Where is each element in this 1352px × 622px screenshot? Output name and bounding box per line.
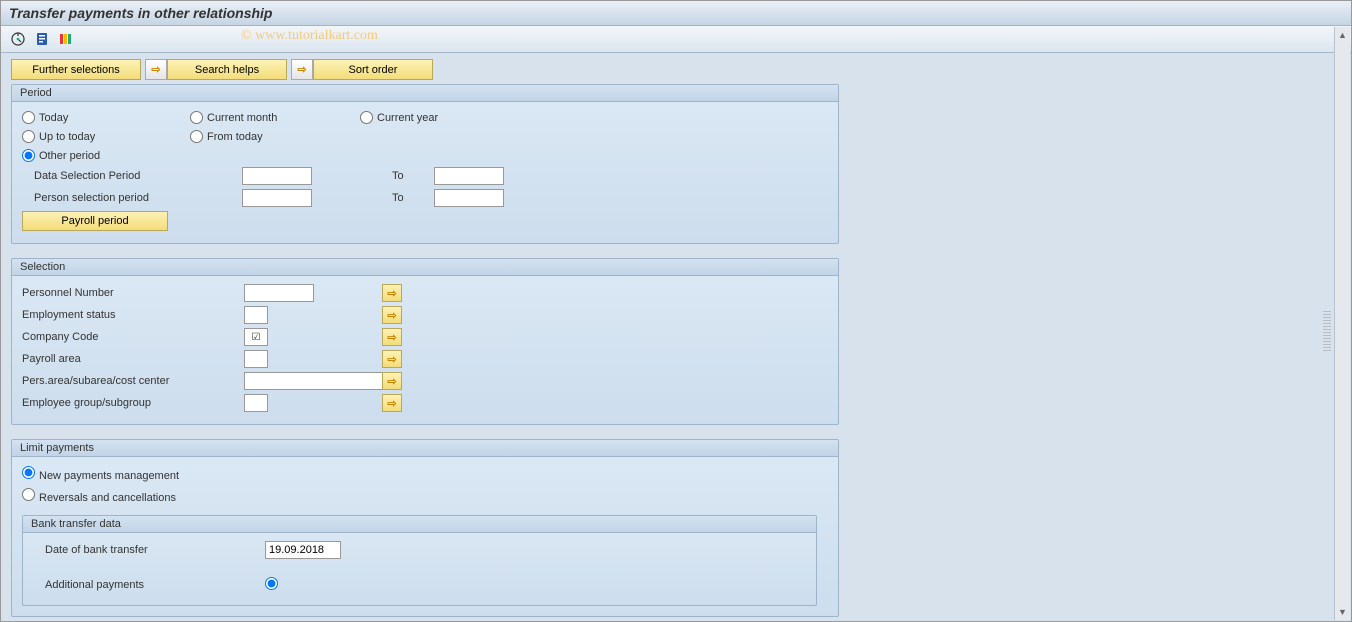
selection-group: Selection Personnel Number⇨Employment st… bbox=[11, 258, 839, 425]
radio-label: From today bbox=[207, 131, 263, 143]
to-label: To bbox=[392, 192, 434, 204]
person-selection-to-input[interactable] bbox=[434, 189, 504, 207]
new-payments-radio[interactable]: New payments management bbox=[22, 466, 179, 482]
bank-date-label: Date of bank transfer bbox=[33, 544, 265, 556]
additional-payments-label: Additional payments bbox=[33, 579, 265, 591]
radio-label: New payments management bbox=[39, 470, 179, 482]
resize-grip-icon[interactable] bbox=[1323, 311, 1331, 351]
selection-field-label: Payroll area bbox=[22, 353, 244, 365]
selection-field-label: Company Code bbox=[22, 331, 244, 343]
payroll-period-button[interactable]: Payroll period bbox=[22, 211, 168, 231]
multiple-selection-button[interactable]: ⇨ bbox=[382, 350, 402, 368]
data-selection-from-input[interactable] bbox=[242, 167, 312, 185]
main-content: Further selections ⇨ Search helps ⇨ Sort… bbox=[1, 53, 1351, 621]
selection-field-input[interactable] bbox=[244, 394, 268, 412]
radio-label: Current year bbox=[377, 112, 438, 124]
page-title: Transfer payments in other relationship bbox=[1, 1, 1351, 26]
selection-legend: Selection bbox=[12, 259, 838, 276]
period-up-to-today-radio[interactable]: Up to today bbox=[22, 130, 190, 143]
app-toolbar: © www.tutorialkart.com bbox=[1, 26, 1351, 53]
person-selection-period-label: Person selection period bbox=[22, 192, 242, 204]
person-selection-from-input[interactable] bbox=[242, 189, 312, 207]
multiple-selection-button[interactable]: ⇨ bbox=[382, 306, 402, 324]
selection-field-input[interactable] bbox=[244, 306, 268, 324]
period-current-month-radio[interactable]: Current month bbox=[190, 111, 360, 124]
selection-field-label: Pers.area/subarea/cost center bbox=[22, 375, 244, 387]
bank-transfer-group: Bank transfer data Date of bank transfer… bbox=[22, 515, 817, 606]
additional-payments-radio[interactable] bbox=[265, 577, 282, 593]
limit-legend: Limit payments bbox=[12, 440, 838, 457]
multiple-selection-button[interactable]: ⇨ bbox=[382, 284, 402, 302]
arrow-icon[interactable]: ⇨ bbox=[145, 59, 167, 80]
company-code-checkbox[interactable]: ☑ bbox=[244, 328, 268, 346]
search-helps-button[interactable]: Search helps bbox=[167, 59, 287, 80]
selection-field-label: Personnel Number bbox=[22, 287, 244, 299]
watermark-text: © www.tutorialkart.com bbox=[241, 28, 378, 44]
period-other-radio[interactable]: Other period bbox=[22, 149, 190, 162]
data-selection-to-input[interactable] bbox=[434, 167, 504, 185]
arrow-right-icon: ⇨ bbox=[387, 309, 396, 322]
period-group: Period Today Current month Current year … bbox=[11, 84, 839, 244]
further-selections-button[interactable]: Further selections bbox=[11, 59, 141, 80]
radio-label: Up to today bbox=[39, 131, 95, 143]
arrow-right-icon: ⇨ bbox=[387, 331, 396, 344]
selection-row: Personnel Number ⇨ bbox=[22, 282, 828, 304]
selection-field-input[interactable] bbox=[244, 350, 268, 368]
info-icon[interactable] bbox=[33, 30, 51, 48]
scroll-down-icon[interactable]: ▼ bbox=[1335, 604, 1350, 620]
selection-row: Pers.area/subarea/cost center ⇨ bbox=[22, 370, 828, 392]
vertical-scrollbar[interactable]: ▲ ▼ bbox=[1334, 27, 1350, 620]
selection-field-label: Employment status bbox=[22, 309, 244, 321]
arrow-right-icon: ⇨ bbox=[387, 353, 396, 366]
selection-field-input[interactable] bbox=[244, 372, 394, 390]
arrow-right-icon: ⇨ bbox=[387, 397, 396, 410]
reversals-radio[interactable]: Reversals and cancellations bbox=[22, 488, 176, 504]
radio-label: Today bbox=[39, 112, 68, 124]
period-legend: Period bbox=[12, 85, 838, 102]
selection-field-label: Employee group/subgroup bbox=[22, 397, 244, 409]
scroll-up-icon[interactable]: ▲ bbox=[1335, 27, 1350, 43]
bank-date-input[interactable] bbox=[265, 541, 341, 559]
period-current-year-radio[interactable]: Current year bbox=[360, 111, 438, 124]
multiple-selection-button[interactable]: ⇨ bbox=[382, 372, 402, 390]
radio-label: Current month bbox=[207, 112, 277, 124]
radio-label: Reversals and cancellations bbox=[39, 492, 176, 504]
limit-payments-group: Limit payments New payments management R… bbox=[11, 439, 839, 617]
action-buttons-row: Further selections ⇨ Search helps ⇨ Sort… bbox=[11, 59, 1341, 80]
multiple-selection-button[interactable]: ⇨ bbox=[382, 394, 402, 412]
data-selection-period-label: Data Selection Period bbox=[22, 170, 242, 182]
multiple-selection-button[interactable]: ⇨ bbox=[382, 328, 402, 346]
radio-label: Other period bbox=[39, 150, 100, 162]
selection-row: Employee group/subgroup ⇨ bbox=[22, 392, 828, 414]
to-label: To bbox=[392, 170, 434, 182]
variant-icon[interactable] bbox=[57, 30, 75, 48]
execute-icon[interactable] bbox=[9, 30, 27, 48]
period-today-radio[interactable]: Today bbox=[22, 111, 190, 124]
bank-legend: Bank transfer data bbox=[23, 516, 816, 533]
selection-row: Employment status ⇨ bbox=[22, 304, 828, 326]
arrow-icon[interactable]: ⇨ bbox=[291, 59, 313, 80]
selection-row: Company Code☑ ⇨ bbox=[22, 326, 828, 348]
period-from-today-radio[interactable]: From today bbox=[190, 130, 360, 143]
selection-row: Payroll area ⇨ bbox=[22, 348, 828, 370]
sort-order-button[interactable]: Sort order bbox=[313, 59, 433, 80]
arrow-right-icon: ⇨ bbox=[387, 375, 396, 388]
selection-field-input[interactable] bbox=[244, 284, 314, 302]
arrow-right-icon: ⇨ bbox=[387, 287, 396, 300]
